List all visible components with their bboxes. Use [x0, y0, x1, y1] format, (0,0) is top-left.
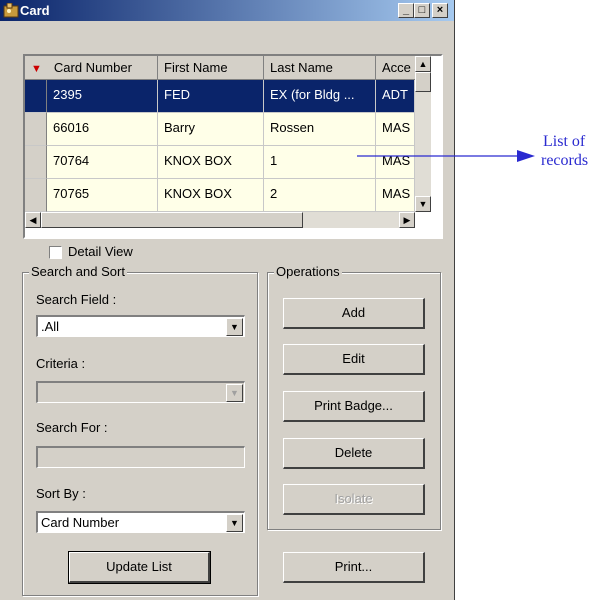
grid-body: ▼ Card Number First Name Last Name Acce 2… — [25, 56, 415, 212]
row-indicator[interactable] — [25, 146, 47, 179]
card-app-icon — [3, 3, 19, 18]
column-header-last-name[interactable]: Last Name — [264, 56, 376, 80]
search-field-value: .All — [41, 319, 60, 334]
sort-desc-icon: ▼ — [31, 63, 42, 75]
criteria-select[interactable]: ▼ — [36, 381, 245, 403]
column-header-label: Card Number — [53, 60, 132, 75]
column-header-access[interactable]: Acce — [376, 56, 415, 80]
update-list-button[interactable]: Update List — [68, 551, 211, 584]
search-field-label: Search Field : — [36, 292, 117, 307]
cell-first-name: Barry — [158, 113, 264, 146]
window-title: Card — [20, 3, 50, 18]
edit-button[interactable]: Edit — [283, 344, 425, 375]
cell-first-name: FED — [158, 80, 264, 113]
scroll-down-button[interactable]: ▼ — [415, 196, 431, 212]
table-row[interactable]: 2395 FED EX (for Bldg ... ADT — [25, 80, 415, 113]
arrow-right-icon: ▶ — [403, 215, 411, 225]
chevron-down-icon: ▼ — [230, 322, 239, 332]
table-row[interactable]: 70765 KNOX BOX 2 MAS — [25, 179, 415, 212]
close-button[interactable]: × — [432, 3, 448, 18]
print-badge-button[interactable]: Print Badge... — [283, 391, 425, 422]
table-row[interactable]: 66016 Barry Rossen MAS — [25, 113, 415, 146]
cell-card-number: 70764 — [47, 146, 158, 179]
cell-last-name: 2 — [264, 179, 376, 212]
search-field-select[interactable]: .All ▼ — [36, 315, 245, 337]
print-button[interactable]: Print... — [283, 552, 425, 583]
criteria-dropdown-button[interactable]: ▼ — [226, 384, 243, 402]
search-for-input[interactable] — [36, 446, 245, 468]
vertical-scrollbar[interactable]: ▲ ▼ — [415, 56, 431, 212]
cell-access: MAS — [376, 113, 415, 146]
cell-access: MAS — [376, 179, 415, 212]
sort-by-select[interactable]: Card Number ▼ — [36, 511, 245, 533]
cell-last-name: Rossen — [264, 113, 376, 146]
row-indicator[interactable] — [25, 179, 47, 212]
scroll-right-button[interactable]: ▶ — [399, 212, 415, 228]
cell-access: ADT — [376, 80, 415, 113]
delete-button[interactable]: Delete — [283, 438, 425, 469]
cell-last-name: EX (for Bldg ... — [264, 80, 376, 113]
close-icon: × — [436, 4, 444, 16]
annotation-arrow — [357, 150, 535, 162]
isolate-button[interactable]: Isolate — [283, 484, 425, 515]
sort-by-dropdown-button[interactable]: ▼ — [226, 514, 243, 532]
chevron-down-icon: ▼ — [230, 518, 239, 528]
row-indicator[interactable] — [25, 80, 47, 113]
detail-view-checkbox[interactable] — [49, 246, 62, 259]
scroll-left-button[interactable]: ◀ — [25, 212, 41, 228]
cell-card-number: 70765 — [47, 179, 158, 212]
cell-first-name: KNOX BOX — [158, 179, 264, 212]
annotation-line-1: List of — [543, 133, 586, 150]
scroll-up-button[interactable]: ▲ — [415, 56, 431, 72]
arrow-down-icon: ▼ — [418, 199, 428, 209]
horizontal-scrollbar[interactable]: ◀ ▶ — [25, 212, 415, 228]
minimize-button[interactable]: _ — [398, 3, 414, 18]
cell-first-name: KNOX BOX — [158, 146, 264, 179]
operations-title: Operations — [274, 264, 342, 279]
card-window: Card _ □ × ▼ Card Number First Name Last … — [0, 0, 455, 600]
horizontal-scroll-thumb[interactable] — [41, 212, 303, 228]
cell-card-number: 66016 — [47, 113, 158, 146]
criteria-label: Criteria : — [36, 356, 86, 371]
minimize-icon: _ — [402, 4, 410, 16]
add-button[interactable]: Add — [283, 298, 425, 329]
column-header-card-number[interactable]: ▼ Card Number — [25, 56, 158, 80]
vertical-scroll-thumb[interactable] — [415, 72, 431, 92]
arrow-up-icon: ▲ — [418, 59, 428, 69]
search-field-dropdown-button[interactable]: ▼ — [226, 318, 243, 336]
annotation-line-2: records — [541, 152, 589, 169]
records-grid[interactable]: ▼ Card Number First Name Last Name Acce 2… — [23, 54, 443, 239]
sort-by-label: Sort By : — [36, 486, 86, 501]
chevron-down-icon: ▼ — [230, 388, 239, 398]
detail-view-label[interactable]: Detail View — [68, 244, 133, 259]
sort-by-value: Card Number — [41, 515, 120, 530]
maximize-icon: □ — [418, 4, 426, 16]
cell-card-number: 2395 — [47, 80, 158, 113]
column-header-first-name[interactable]: First Name — [158, 56, 264, 80]
search-and-sort-title: Search and Sort — [29, 264, 127, 279]
search-for-label: Search For : — [36, 420, 108, 435]
maximize-button[interactable]: □ — [414, 3, 430, 18]
row-indicator[interactable] — [25, 113, 47, 146]
title-bar[interactable]: Card _ □ × — [0, 0, 454, 21]
arrow-left-icon: ◀ — [29, 215, 37, 225]
